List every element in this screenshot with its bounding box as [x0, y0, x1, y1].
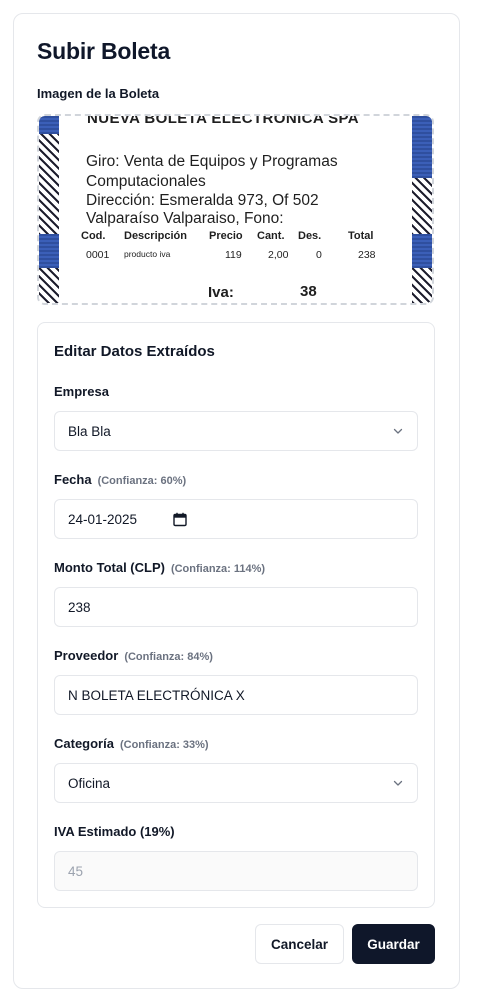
- empresa-label: Empresa: [54, 384, 109, 399]
- chevron-down-icon: [393, 780, 403, 786]
- fecha-value: 24-01-2025: [68, 511, 138, 527]
- receipt-image-preview[interactable]: NUEVA BOLETA ELECTRONICA SPA Giro: Venta…: [37, 114, 434, 305]
- receipt-cell: 2,00: [268, 249, 289, 261]
- receipt-cell: producto iva: [124, 249, 171, 259]
- receipt-line: Computacionales: [86, 173, 206, 190]
- receipt-edge-left: [39, 116, 59, 303]
- cancel-button[interactable]: Cancelar: [255, 924, 344, 964]
- panel-title: Editar Datos Extraídos: [54, 343, 215, 360]
- categoria-value: Oficina: [68, 775, 111, 791]
- empresa-value: Bla Bla: [68, 423, 111, 439]
- receipt-cell: 0: [316, 249, 322, 261]
- receipt-total-partial: 238: [293, 300, 318, 303]
- receipt-col-header: Descripción: [124, 230, 187, 242]
- proveedor-value: N BOLETA ELECTRÓNICA X: [68, 687, 245, 703]
- fecha-confidence: (Confianza: 60%): [97, 475, 187, 487]
- receipt-line: Valparaíso Valparaiso, Fono:: [86, 210, 284, 227]
- iva-label: IVA Estimado (19%): [54, 824, 175, 839]
- receipt-iva-label: Iva:: [208, 284, 234, 301]
- receipt-col-header: Precio: [209, 230, 243, 242]
- proveedor-label-text: Proveedor: [54, 648, 119, 663]
- categoria-confidence: (Confianza: 33%): [119, 739, 209, 751]
- receipt-line: Dirección: Esmeralda 973, Of 502: [86, 192, 319, 209]
- monto-confidence: (Confianza: 114%): [170, 563, 266, 575]
- monto-label-text: Monto Total (CLP): [54, 560, 165, 575]
- proveedor-label: Proveedor (Confianza: 84%): [54, 648, 213, 663]
- categoria-label-text: Categoría: [54, 736, 114, 751]
- receipt-cell: 0001: [86, 249, 110, 261]
- receipt-cell: 238: [358, 249, 376, 261]
- iva-value: 45: [68, 863, 84, 879]
- monto-label: Monto Total (CLP) (Confianza: 114%): [54, 560, 265, 575]
- proveedor-confidence: (Confianza: 84%): [124, 651, 213, 663]
- iva-label-text: IVA Estimado (19%): [54, 824, 175, 839]
- proveedor-input[interactable]: N BOLETA ELECTRÓNICA X: [54, 675, 418, 715]
- fecha-date-input[interactable]: 24-01-2025: [54, 499, 418, 539]
- receipt-col-header: Total: [348, 230, 374, 242]
- receipt-col-header: Cant.: [257, 230, 285, 242]
- receipt-line: Giro: Venta de Equipos y Programas: [86, 153, 338, 170]
- fecha-label: Fecha (Confianza: 60%): [54, 472, 186, 487]
- receipt-header: NUEVA BOLETA ELECTRONICA SPA: [87, 114, 360, 127]
- page-title: Subir Boleta: [37, 38, 171, 64]
- image-label: Imagen de la Boleta: [37, 86, 160, 101]
- empresa-label-text: Empresa: [54, 384, 109, 399]
- save-button[interactable]: Guardar: [352, 924, 435, 964]
- receipt-cell: 119: [225, 249, 242, 261]
- empresa-select[interactable]: Bla Bla: [54, 411, 418, 451]
- chevron-down-icon: [393, 428, 403, 434]
- receipt-col-header: Cod.: [81, 230, 106, 242]
- categoria-select[interactable]: Oficina: [54, 763, 418, 803]
- iva-input: 45: [54, 851, 418, 891]
- receipt-iva-value: 38: [300, 283, 317, 300]
- monto-value: 238: [68, 599, 91, 615]
- receipt-col-header: Des.: [298, 230, 322, 242]
- categoria-label: Categoría (Confianza: 33%): [54, 736, 209, 751]
- calendar-icon[interactable]: [173, 512, 187, 527]
- receipt-edge-right: [412, 116, 432, 303]
- monto-input[interactable]: 238: [54, 587, 418, 627]
- fecha-label-text: Fecha: [54, 472, 92, 487]
